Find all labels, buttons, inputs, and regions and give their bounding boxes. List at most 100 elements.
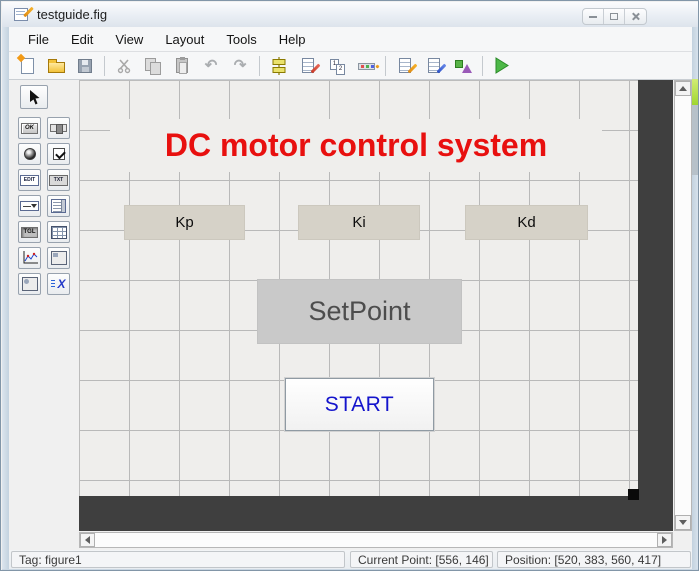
menu-view[interactable]: View: [104, 28, 154, 51]
align-objects-button[interactable]: [268, 55, 290, 77]
ki-field[interactable]: Ki: [298, 205, 420, 240]
tab-order-editor-icon: 1 2: [328, 57, 346, 75]
property-inspector-button[interactable]: [423, 55, 447, 77]
tab-order-editor-button[interactable]: 1 2: [326, 55, 348, 77]
listbox-icon: [51, 199, 66, 213]
ok-glyph: OK: [25, 125, 34, 131]
minimize-button[interactable]: [583, 9, 604, 24]
property-inspector-icon: [428, 58, 447, 74]
status-current-point: Current Point: [556, 146]: [350, 551, 493, 568]
minimize-icon: [589, 15, 597, 18]
setpoint-control[interactable]: SetPoint: [257, 279, 462, 344]
menu-file[interactable]: File: [17, 28, 60, 51]
palette-activex-control[interactable]: X: [47, 273, 70, 295]
new-figure-button[interactable]: [16, 55, 38, 77]
guide-window: testguide.fig File Edit View Layout Tool…: [0, 0, 699, 571]
undo-icon: ↶: [204, 57, 218, 74]
palette-radio-button[interactable]: [18, 143, 41, 165]
scroll-down-button[interactable]: [675, 515, 691, 530]
palette-button-group[interactable]: [18, 273, 41, 295]
menu-tools[interactable]: Tools: [215, 28, 267, 51]
kp-field[interactable]: Kp: [124, 205, 245, 240]
figure-canvas[interactable]: DC motor control system Kp Ki Kd SetPoin…: [79, 80, 638, 496]
start-button[interactable]: START: [285, 378, 434, 431]
edit-text-icon: EDIT: [20, 174, 39, 186]
scroll-up-button[interactable]: [675, 81, 691, 96]
palette-slider[interactable]: [47, 117, 70, 139]
scroll-right-button[interactable]: [657, 533, 672, 547]
window-controls: [582, 8, 647, 25]
editor-button[interactable]: [394, 55, 418, 77]
figure-resize-handle[interactable]: [628, 489, 639, 500]
align-objects-icon: [272, 57, 286, 75]
palette-select[interactable]: [20, 85, 48, 109]
scroll-left-button[interactable]: [80, 533, 95, 547]
palette-static-text[interactable]: TXT: [47, 169, 70, 191]
palette-edit-text[interactable]: EDIT: [18, 169, 41, 191]
close-button[interactable]: [625, 9, 646, 24]
palette-panel[interactable]: [47, 247, 70, 269]
close-icon: [631, 12, 640, 21]
pencil-icon: [310, 63, 321, 74]
radio-button-icon: [23, 148, 36, 160]
down-arrow-icon: [679, 520, 687, 525]
editor-icon: [399, 58, 418, 74]
menu-editor-icon: [302, 58, 321, 74]
run-button[interactable]: [491, 55, 513, 77]
menu-edit[interactable]: Edit: [60, 28, 104, 51]
push-button-icon: OK: [21, 122, 38, 134]
check-box-icon: [52, 148, 65, 160]
cone-icon: [462, 63, 472, 73]
toolbar-separator: [104, 55, 105, 76]
right-arrow-icon: [662, 536, 667, 544]
save-figure-button[interactable]: [74, 55, 96, 77]
left-arrow-icon: [85, 536, 90, 544]
panel-icon: [50, 251, 67, 265]
pencil-icon: [436, 63, 447, 74]
window-border-left: [2, 27, 9, 570]
redo-button[interactable]: ↷: [229, 55, 251, 77]
object-browser-icon: [454, 58, 472, 74]
object-browser-button[interactable]: [452, 55, 474, 77]
toolbar-separator: [482, 55, 483, 76]
paste-button[interactable]: [171, 55, 193, 77]
toolbar-separator: [259, 55, 260, 76]
menu-editor-button[interactable]: [297, 55, 321, 77]
menu-help[interactable]: Help: [268, 28, 317, 51]
activex-icon: X: [51, 278, 66, 290]
tool-bar: ↶ ↷ 1 2: [9, 52, 692, 80]
palette-push-button[interactable]: OK: [18, 117, 41, 139]
open-figure-button[interactable]: [45, 55, 67, 77]
window-title: testguide.fig: [37, 7, 108, 22]
cursor-arrow-icon: [30, 89, 40, 104]
fig-file-icon: [14, 8, 28, 21]
figure-title-text[interactable]: DC motor control system: [110, 119, 602, 172]
copy-icon: [145, 57, 161, 75]
maximize-icon: [610, 13, 618, 20]
horizontal-scrollbar[interactable]: [79, 532, 673, 548]
title-bar: testguide.fig: [2, 2, 698, 27]
status-tag: Tag: figure1: [11, 551, 345, 568]
undo-button[interactable]: ↶: [200, 55, 222, 77]
pencil-icon: [407, 63, 418, 74]
axes-icon: [23, 251, 38, 264]
palette-toggle-button[interactable]: TGL: [18, 221, 41, 243]
cut-button[interactable]: [113, 55, 135, 77]
vertical-scrollbar[interactable]: [674, 80, 692, 531]
toolbar-editor-button[interactable]: [355, 55, 380, 77]
maximize-button[interactable]: [604, 9, 625, 24]
palette-table[interactable]: [47, 221, 70, 243]
copy-button[interactable]: [142, 55, 164, 77]
button-group-icon: [21, 277, 38, 291]
palette-check-box[interactable]: [47, 143, 70, 165]
redo-icon: ↷: [233, 57, 247, 74]
menu-layout[interactable]: Layout: [154, 28, 215, 51]
palette-axes[interactable]: [18, 247, 41, 269]
kd-field[interactable]: Kd: [465, 205, 588, 240]
pencil-icon: [374, 64, 380, 69]
new-figure-icon: [20, 57, 34, 74]
palette-listbox[interactable]: [47, 195, 70, 217]
palette-pop-up-menu[interactable]: [18, 195, 41, 217]
border-accent: [692, 79, 698, 105]
swatch-red: [360, 65, 364, 68]
